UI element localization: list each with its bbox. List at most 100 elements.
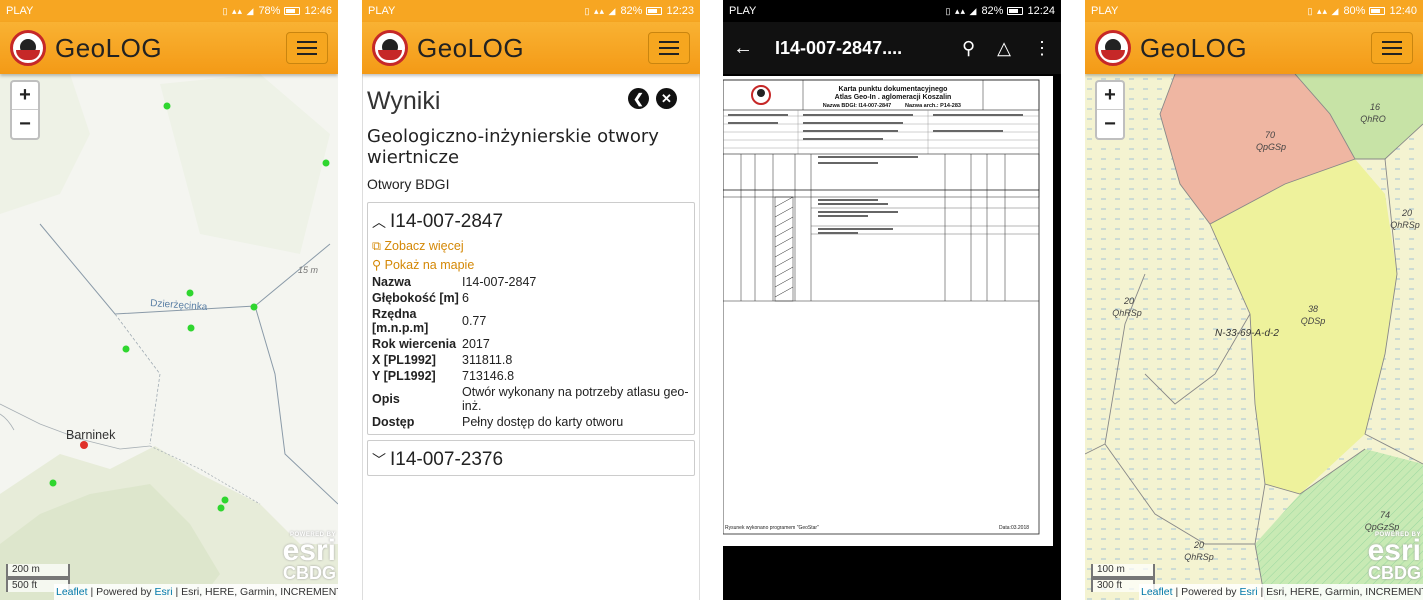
result-item-title: I14-007-2847: [390, 211, 504, 232]
table-row: X [PL1992] 311811.8: [372, 353, 513, 367]
scale-metric: 100 m: [1091, 564, 1155, 578]
elevation-label: 15 m: [298, 265, 319, 275]
pdf-toolbar: ← I14-007-2847.... ⚲ △ ⋮: [723, 22, 1061, 74]
unit-number: 20: [1401, 208, 1412, 218]
status-bar: PLAY ▯ ▴▴ ◢ 78% 12:46: [0, 0, 338, 22]
card-footer-left: Rysunek wykonano programem "GeoStar": [725, 525, 819, 531]
table-row: Opis Otwór wykonany na potrzeby atlasu ge…: [372, 385, 689, 413]
battery-percent: 80%: [1343, 5, 1366, 17]
unit-code: QhRSp: [1390, 220, 1420, 230]
back-icon[interactable]: ❮: [628, 88, 649, 109]
more-vert-icon[interactable]: ⋮: [1033, 38, 1051, 59]
geology-layer: 70 QpGSp 16 QhRO 20 QhRSp 38 QDSp 20 QhR…: [1085, 73, 1423, 600]
app-title: GeoLOG: [55, 32, 163, 63]
screen-pdf-viewer: PLAY ▯ ▴▴ ◢ 82% 12:24 ← I14-007-2847....…: [723, 0, 1061, 600]
unit-code: QhRSp: [1112, 308, 1142, 318]
map-attribution: Leaflet | Powered by Esri | Esri, HERE, …: [54, 584, 338, 600]
card-arch: Nazwa arch.: P14-283: [905, 103, 961, 109]
app-header: GeoLOG: [1085, 22, 1423, 74]
app-title: GeoLOG: [417, 32, 525, 63]
app-header: GeoLOG: [362, 22, 700, 74]
unit-code: QpGSp: [1256, 142, 1286, 152]
unit-code: QpGzSp: [1365, 522, 1400, 532]
zoom-control: + −: [10, 80, 40, 140]
search-icon[interactable]: ⚲: [962, 38, 975, 59]
zoom-in-button[interactable]: +: [1097, 82, 1123, 110]
clock: 12:40: [1389, 5, 1417, 17]
results-panel: Wyniki ❮ ✕ Geologiczno-inżynierskie otwo…: [362, 74, 700, 600]
table-row: Rzędna [m.n.p.m] 0.77: [372, 307, 487, 335]
signal-icons: ▯ ▴▴ ◢: [1307, 5, 1340, 16]
back-arrow-icon[interactable]: ←: [733, 37, 753, 60]
scale-metric: 200 m: [6, 564, 70, 578]
battery-icon: [1369, 7, 1386, 15]
basemap: Dzierżęcinka 15 m Barninek: [0, 74, 338, 600]
geolog-logo-icon: [1095, 30, 1131, 66]
result-item-header[interactable]: ︿ I14-007-2847: [372, 211, 690, 233]
signal-icons: ▯ ▴▴ ◢: [945, 5, 978, 16]
menu-button[interactable]: [648, 32, 690, 64]
battery-percent: 78%: [258, 5, 281, 17]
clock: 12:46: [304, 5, 332, 17]
zoom-out-button[interactable]: −: [1097, 110, 1123, 138]
result-item-expanded: ︿ I14-007-2847 ⧉ Zobacz więcej ⚲ Pokaż n…: [367, 202, 695, 435]
leaflet-link[interactable]: Leaflet: [1141, 586, 1173, 598]
result-item-collapsed[interactable]: ﹀ I14-007-2376: [367, 440, 695, 476]
menu-button[interactable]: [286, 32, 328, 64]
geolog-logo-icon: [372, 30, 408, 66]
battery-percent: 82%: [620, 5, 643, 17]
geological-map-view[interactable]: 70 QpGSp 16 QhRO 20 QhRSp 38 QDSp 20 QhR…: [1085, 73, 1423, 600]
close-icon[interactable]: ✕: [656, 88, 677, 109]
table-row: Rok wiercenia 2017: [372, 337, 490, 351]
sheet-label: N-33-69-A-d-2: [1215, 328, 1279, 339]
unit-code: QDSp: [1301, 316, 1326, 326]
signal-icons: ▯ ▴▴ ◢: [584, 5, 617, 16]
zoom-control: + −: [1095, 80, 1125, 140]
status-bar: PLAY ▯ ▴▴ ◢ 82% 12:23: [362, 0, 700, 22]
show-on-map-link[interactable]: ⚲ Pokaż na mapie: [372, 257, 690, 272]
details-table: Nazwa I14-007-2847 Głębokość [m] 6 Rzędna …: [372, 274, 690, 430]
map-marker-icon: ⚲: [372, 258, 385, 272]
map-view[interactable]: Dzierżęcinka 15 m Barninek + − 200 m 500…: [0, 74, 338, 600]
zoom-out-button[interactable]: −: [12, 110, 38, 138]
chevron-up-icon: ︿: [372, 214, 386, 230]
place-label-barninek: Barninek: [66, 428, 116, 442]
geolog-logo-icon: [10, 30, 46, 66]
pdf-page[interactable]: Karta punktu dokumentacyjnego Atlas Geo-…: [723, 76, 1053, 546]
unit-code: QhRSp: [1184, 552, 1214, 562]
leaflet-link[interactable]: Leaflet: [56, 586, 88, 598]
table-row: Dostęp Pełny dostęp do karty otworu: [372, 415, 624, 429]
subcategory-title: Otwory BDGI: [367, 176, 450, 192]
battery-icon: [1007, 7, 1024, 15]
clock: 12:23: [666, 5, 694, 17]
unit-number: 16: [1370, 102, 1380, 112]
app-title: GeoLOG: [1140, 32, 1248, 63]
battery-icon: [646, 7, 663, 15]
see-more-link[interactable]: ⧉ Zobacz więcej: [372, 239, 690, 254]
esri-cbdg-logo: POWERED BY esri CBDG: [1367, 532, 1421, 583]
screen-geo-map: PLAY ▯ ▴▴ ◢ 80% 12:40 GeoLOG 70 QpGSp 16…: [1085, 0, 1423, 600]
unit-number: 20: [1123, 296, 1134, 306]
esri-link[interactable]: Esri: [1239, 586, 1257, 598]
table-row: Y [PL1992] 713146.8: [372, 369, 515, 383]
screen-results: PLAY ▯ ▴▴ ◢ 82% 12:23 GeoLOG Wyniki ❮ ✕ …: [362, 0, 700, 600]
table-row: Nazwa I14-007-2847: [372, 275, 537, 289]
drive-icon[interactable]: △: [997, 38, 1011, 59]
unit-number: 70: [1265, 130, 1275, 140]
result-item-header[interactable]: ﹀ I14-007-2376: [372, 449, 690, 471]
carrier-label: PLAY: [729, 5, 757, 17]
battery-percent: 82%: [981, 5, 1004, 17]
menu-button[interactable]: [1371, 32, 1413, 64]
status-bar: PLAY ▯ ▴▴ ◢ 80% 12:40: [1085, 0, 1423, 22]
unit-number: 74: [1380, 510, 1390, 520]
table-row: Głębokość [m] 6: [372, 291, 469, 305]
esri-cbdg-logo: POWERED BY esri CBDG: [282, 532, 336, 583]
card-footer-right: Data:03.2018: [999, 525, 1029, 531]
esri-link[interactable]: Esri: [154, 586, 172, 598]
clock: 12:24: [1027, 5, 1055, 17]
app-header: GeoLOG: [0, 22, 338, 74]
battery-icon: [284, 7, 301, 15]
zoom-in-button[interactable]: +: [12, 82, 38, 110]
status-bar: PLAY ▯ ▴▴ ◢ 82% 12:24: [723, 0, 1061, 22]
result-item-title: I14-007-2376: [390, 449, 504, 470]
